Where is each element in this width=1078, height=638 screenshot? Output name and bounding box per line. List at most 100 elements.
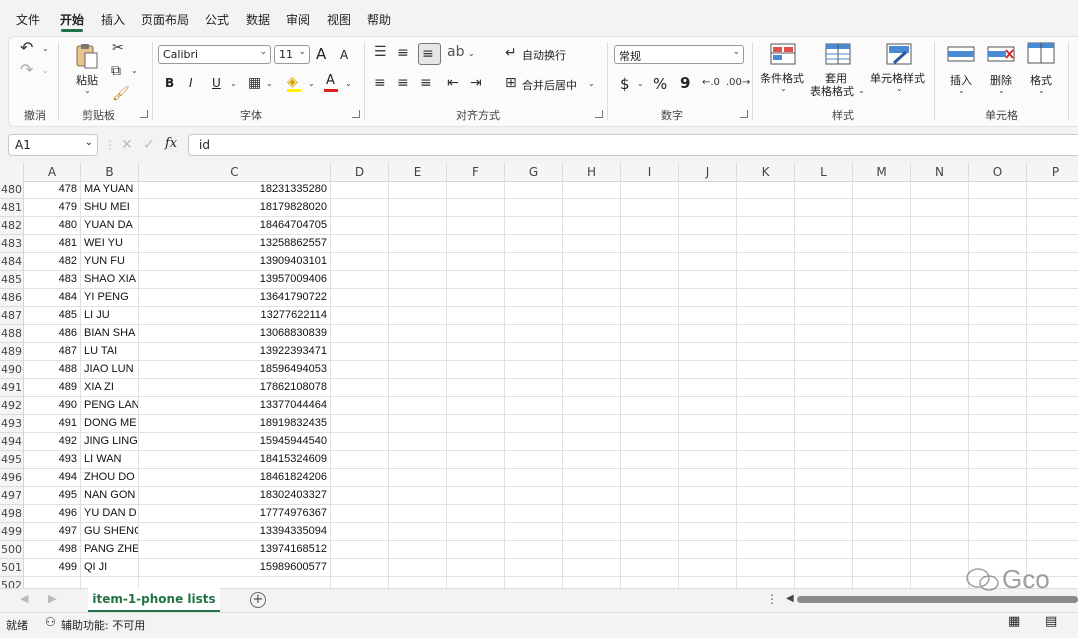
cell-empty[interactable] xyxy=(1027,325,1078,343)
cell-phone[interactable]: 15989600577 xyxy=(139,559,331,577)
column-header-e[interactable]: E xyxy=(389,163,447,181)
cell-empty[interactable] xyxy=(969,469,1027,487)
cell-empty[interactable] xyxy=(563,487,621,505)
cell-empty[interactable] xyxy=(447,487,505,505)
copy-dropdown-icon[interactable]: ⌄ xyxy=(131,66,138,75)
status-accessibility[interactable]: 辅助功能: 不可用 xyxy=(61,617,145,633)
tab-split-handle-icon[interactable]: ⋮ xyxy=(766,592,778,606)
column-header-p[interactable]: P xyxy=(1027,163,1078,181)
cell-empty[interactable] xyxy=(969,523,1027,541)
cell-empty[interactable] xyxy=(969,487,1027,505)
cell-empty[interactable] xyxy=(795,361,853,379)
cell-phone[interactable]: 18302403327 xyxy=(139,487,331,505)
cell-empty[interactable] xyxy=(389,379,447,397)
cell-empty[interactable] xyxy=(447,181,505,199)
cell-empty[interactable] xyxy=(911,433,969,451)
cell-empty[interactable] xyxy=(1027,199,1078,217)
cell-empty[interactable] xyxy=(331,289,389,307)
cell-empty[interactable] xyxy=(679,397,737,415)
row-header[interactable]: 498 xyxy=(0,505,24,523)
cell-empty[interactable] xyxy=(389,523,447,541)
row-header[interactable]: 490 xyxy=(0,361,24,379)
cell-empty[interactable] xyxy=(331,235,389,253)
align-middle-icon[interactable]: ≡ xyxy=(397,45,409,61)
cell-empty[interactable] xyxy=(679,451,737,469)
row-header[interactable]: 499 xyxy=(0,523,24,541)
column-header-g[interactable]: G xyxy=(505,163,563,181)
increase-decimal-icon[interactable]: ←.0 xyxy=(702,75,720,91)
cell-empty[interactable] xyxy=(853,217,911,235)
cell-empty[interactable] xyxy=(563,181,621,199)
cell-empty[interactable] xyxy=(853,469,911,487)
cell-empty[interactable] xyxy=(911,181,969,199)
cell-empty[interactable] xyxy=(737,415,795,433)
cell-empty[interactable] xyxy=(505,487,563,505)
cell-empty[interactable] xyxy=(505,397,563,415)
cell-empty[interactable] xyxy=(621,325,679,343)
underline-button[interactable]: U xyxy=(212,76,221,90)
cell-empty[interactable] xyxy=(969,307,1027,325)
cell-empty[interactable] xyxy=(505,415,563,433)
cell-empty[interactable] xyxy=(447,469,505,487)
font-color-icon[interactable]: A xyxy=(326,73,335,88)
column-header-b[interactable]: B xyxy=(81,163,139,181)
cell-phone[interactable]: 13957009406 xyxy=(139,271,331,289)
cell-empty[interactable] xyxy=(969,361,1027,379)
cell-phone[interactable]: 13641790722 xyxy=(139,289,331,307)
cell-id[interactable]: 494 xyxy=(24,469,81,487)
cell-empty[interactable] xyxy=(563,217,621,235)
column-header-f[interactable]: F xyxy=(447,163,505,181)
cell-empty[interactable] xyxy=(737,505,795,523)
cell-name[interactable]: DONG ME xyxy=(81,415,139,433)
column-header-d[interactable]: D xyxy=(331,163,389,181)
fill-color-icon[interactable]: ◈ xyxy=(287,74,298,90)
cell-empty[interactable] xyxy=(737,541,795,559)
row-header[interactable]: 486 xyxy=(0,289,24,307)
cell-empty[interactable] xyxy=(911,325,969,343)
cell-empty[interactable] xyxy=(795,451,853,469)
cell-empty[interactable] xyxy=(679,325,737,343)
cell-empty[interactable] xyxy=(795,379,853,397)
cell-id[interactable]: 483 xyxy=(24,271,81,289)
cell-empty[interactable] xyxy=(737,379,795,397)
cell-empty[interactable] xyxy=(679,469,737,487)
cell-empty[interactable] xyxy=(679,577,737,588)
cell-empty[interactable] xyxy=(853,271,911,289)
cell-empty[interactable] xyxy=(505,289,563,307)
insert-cells-icon[interactable] xyxy=(947,44,975,64)
cell-id[interactable]: 493 xyxy=(24,451,81,469)
cell-phone[interactable]: 18919832435 xyxy=(139,415,331,433)
cell-empty[interactable] xyxy=(679,487,737,505)
cell-name[interactable]: YUAN DA xyxy=(81,217,139,235)
cell-empty[interactable] xyxy=(679,415,737,433)
cell-empty[interactable] xyxy=(853,307,911,325)
wrap-text-button[interactable]: 自动换行 xyxy=(522,47,566,63)
paste-dropdown-icon[interactable]: ⌄ xyxy=(84,86,91,95)
cell-empty[interactable] xyxy=(563,199,621,217)
cell-phone[interactable]: 13258862557 xyxy=(139,235,331,253)
cell-empty[interactable] xyxy=(969,397,1027,415)
cell-empty[interactable] xyxy=(795,253,853,271)
fill-color-dropdown-icon[interactable]: ⌄ xyxy=(308,79,315,88)
cell-empty[interactable] xyxy=(505,181,563,199)
worksheet-grid[interactable]: ABCDEFGHIJKLMNOP 480 478 MA YUAN 1823133528… xyxy=(0,163,1078,588)
row-header[interactable]: 487 xyxy=(0,307,24,325)
cell-empty[interactable] xyxy=(969,289,1027,307)
cell-empty[interactable] xyxy=(1027,253,1078,271)
orientation-dropdown-icon[interactable]: ⌄ xyxy=(468,49,475,58)
cell-empty[interactable] xyxy=(679,253,737,271)
cell-empty[interactable] xyxy=(853,361,911,379)
cell-empty[interactable] xyxy=(795,541,853,559)
cell-empty[interactable] xyxy=(563,433,621,451)
cell-empty[interactable] xyxy=(389,307,447,325)
cell-empty[interactable] xyxy=(389,415,447,433)
cell-empty[interactable] xyxy=(505,199,563,217)
cell-phone[interactable]: 13909403101 xyxy=(139,253,331,271)
cell-empty[interactable] xyxy=(621,181,679,199)
cell-id[interactable]: 490 xyxy=(24,397,81,415)
cell-empty[interactable] xyxy=(331,199,389,217)
cell-empty[interactable] xyxy=(911,451,969,469)
accessibility-icon[interactable]: ⚇ xyxy=(45,615,56,629)
cell-empty[interactable] xyxy=(1027,469,1078,487)
copy-icon[interactable]: ⧉ xyxy=(111,63,121,79)
